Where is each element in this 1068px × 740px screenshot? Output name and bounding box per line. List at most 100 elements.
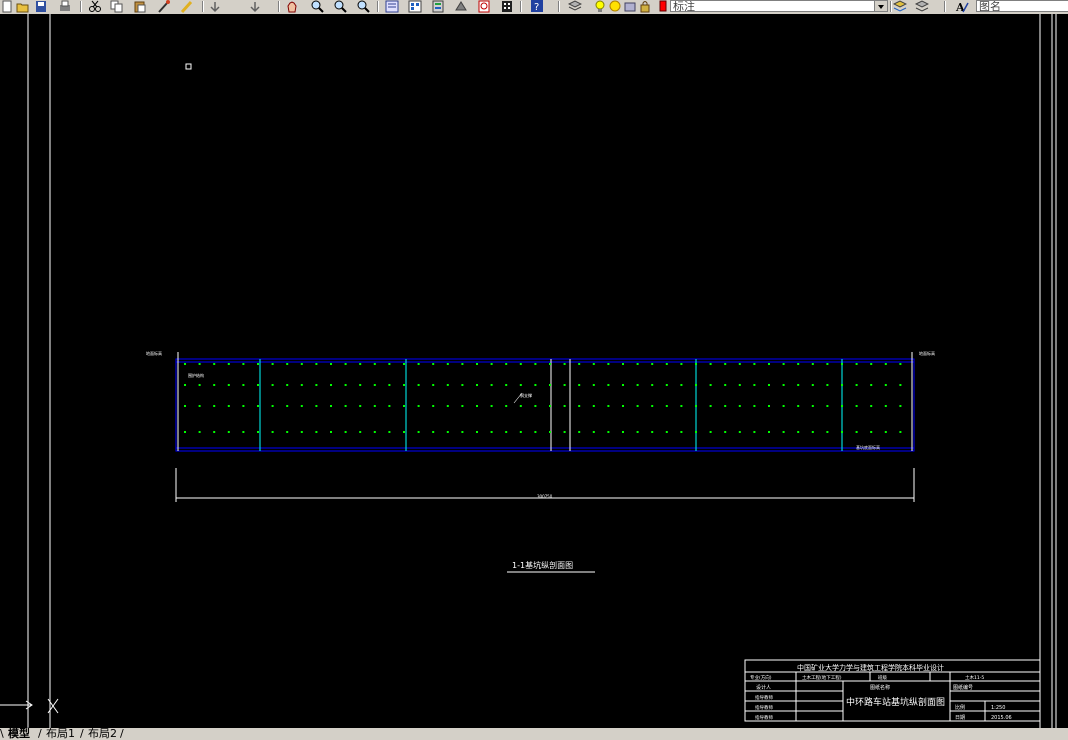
anchor-point (417, 431, 420, 433)
title-block-designer-label: 设计人 (756, 684, 771, 691)
anchor-point (753, 405, 756, 407)
anchor-point (257, 431, 259, 433)
title-block-major-value: 土木工程(地下工程) (802, 674, 842, 681)
tab-layout1[interactable]: 布局1 (46, 728, 75, 740)
svg-text:?: ? (534, 2, 539, 13)
open-icon[interactable] (16, 0, 30, 13)
anchor-point (841, 405, 843, 407)
anchor-point (432, 405, 435, 407)
anchor-point (213, 363, 216, 365)
layer-combo[interactable]: 标注 (670, 0, 888, 12)
anchor-point (884, 405, 887, 407)
zoom-window-icon[interactable] (333, 0, 347, 13)
anchor-point (505, 363, 508, 365)
paste-icon[interactable] (133, 0, 147, 13)
new-icon[interactable] (0, 0, 14, 13)
title-block-university: 中国矿业大学力学与建筑工程学院本科毕业设计 (797, 663, 944, 672)
anchor-point (534, 431, 537, 433)
help-icon[interactable] (500, 0, 514, 13)
anchor-point (373, 431, 376, 433)
design-center-icon[interactable] (408, 0, 422, 13)
anchor-point (490, 384, 493, 386)
anchor-point (359, 431, 362, 433)
anchor-point (841, 431, 843, 433)
tab-model[interactable]: 模型 (8, 728, 30, 740)
chevron-down-icon[interactable] (874, 1, 887, 11)
anchor-point (768, 363, 770, 365)
anchor-point (607, 405, 610, 407)
anchor-point (680, 363, 683, 365)
anchor-point (855, 363, 858, 365)
anchor-point (549, 405, 551, 407)
anchor-point (461, 384, 464, 386)
pan-icon[interactable] (285, 0, 299, 13)
layer-previous-icon[interactable] (893, 0, 907, 13)
tab-layout2[interactable]: 布局2 (88, 728, 117, 740)
drawing-canvas[interactable]: 地面标高 围护结构 钢支撑 地面标高 基坑底面标高 300750 1-1基坑纵剖… (0, 14, 1068, 728)
anchor-point (271, 431, 274, 433)
zoom-previous-icon[interactable] (356, 0, 370, 13)
lightbulb-icon[interactable] (593, 0, 607, 13)
title-block: 中国矿业大学力学与建筑工程学院本科毕业设计 专业(方向) 土木工程(地下工程) … (744, 659, 1041, 722)
properties-icon[interactable] (385, 0, 399, 13)
anchor-point (534, 405, 537, 407)
anchor-point (797, 363, 800, 365)
anchor-point (768, 384, 770, 386)
match-properties-icon[interactable] (157, 0, 171, 13)
anchor-point (592, 384, 595, 386)
text-style-combo[interactable]: 图名 (976, 0, 1068, 12)
anchor-point (227, 363, 230, 365)
anchor-point (388, 431, 391, 433)
anchor-point (476, 431, 478, 433)
text-style-icon[interactable]: A (955, 0, 969, 13)
zoom-realtime-icon[interactable] (310, 0, 324, 13)
anchor-point (315, 405, 318, 407)
anchor-point (286, 405, 289, 407)
cut-icon[interactable] (88, 0, 102, 13)
anchor-point (461, 363, 464, 365)
anchor-point (519, 384, 522, 386)
anchor-point (870, 405, 873, 407)
anchor-point (257, 405, 259, 407)
anchor-point (227, 431, 230, 433)
anchor-point (753, 363, 756, 365)
cursor-pickbox (185, 63, 192, 70)
anchor-point (534, 384, 537, 386)
markup-icon[interactable] (454, 0, 468, 13)
anchor-point (184, 431, 186, 433)
undo-icon[interactable] (208, 0, 222, 13)
redo-icon[interactable] (248, 0, 262, 13)
anchor-point (622, 363, 624, 365)
anchor-point (651, 405, 654, 407)
layer-manager-icon[interactable] (568, 0, 582, 13)
anchor-point (768, 431, 770, 433)
tab-nav-left[interactable]: \ (0, 728, 4, 740)
lock-icon[interactable] (638, 0, 652, 13)
anchor-point (476, 384, 478, 386)
anchor-point (490, 431, 493, 433)
title-block-advisor-2: 指导教师 (755, 704, 773, 711)
print-icon[interactable] (58, 0, 72, 13)
anchor-point (315, 384, 318, 386)
anchor-point (359, 405, 362, 407)
anchor-point (665, 405, 668, 407)
brush-icon[interactable] (180, 0, 194, 13)
sun-icon[interactable] (608, 0, 622, 13)
freeze-icon[interactable] (623, 0, 637, 13)
vertical-scrollbar-area[interactable] (1056, 14, 1068, 728)
left-elevation-label: 地面标高 (146, 350, 162, 356)
anchor-point (797, 405, 800, 407)
anchor-point (665, 363, 668, 365)
tab-sep-3: / (120, 727, 124, 740)
title-block-scale-label: 比例 (955, 704, 965, 711)
save-icon[interactable] (34, 0, 48, 13)
anchor-point (738, 405, 741, 407)
copy-icon[interactable] (110, 0, 124, 13)
anchor-point (432, 431, 435, 433)
tool-palette-icon[interactable] (431, 0, 445, 13)
help-question-icon[interactable]: ? (530, 0, 544, 13)
calculator-icon[interactable] (477, 0, 491, 13)
layer-color-swatch-icon[interactable] (653, 0, 667, 13)
layer-state-icon[interactable] (915, 0, 929, 13)
anchor-point (271, 405, 274, 407)
